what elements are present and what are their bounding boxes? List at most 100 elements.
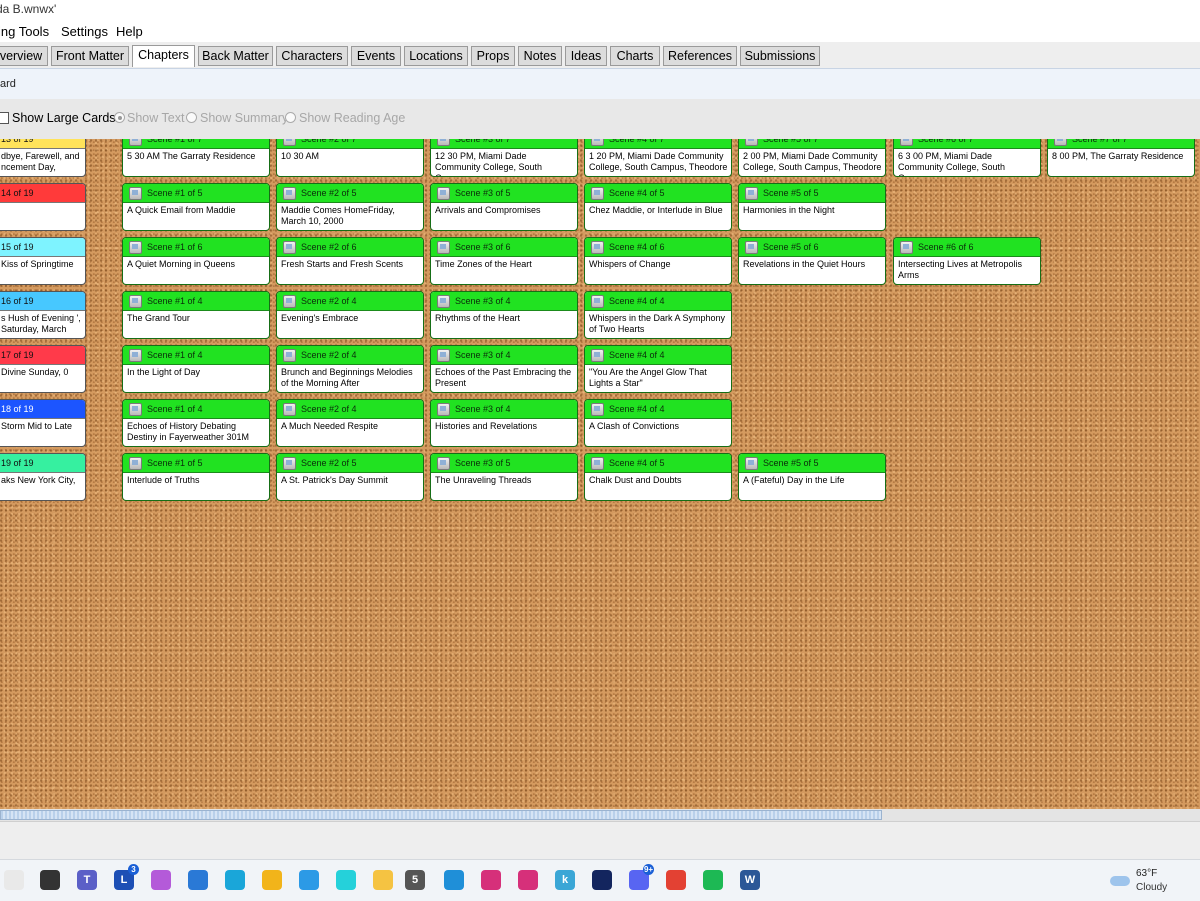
large-cards-checkbox[interactable] [0,112,9,124]
scene-image-icon[interactable] [129,241,142,254]
app-k-icon[interactable]: k [555,870,575,890]
app-l-icon[interactable]: L3 [114,864,139,890]
store-icon[interactable] [188,870,208,890]
chapter-card[interactable]: 15 of 19 Kiss of Springtime [0,237,86,285]
scene-image-icon[interactable] [283,187,296,200]
scene-image-icon[interactable] [129,295,142,308]
scene-image-icon[interactable] [129,187,142,200]
show-summary-radio[interactable] [186,112,197,123]
menu-help[interactable]: Help [116,24,143,39]
scene-image-icon[interactable] [591,187,604,200]
horizontal-scrollbar[interactable] [0,809,1200,821]
spotify-icon[interactable] [703,870,723,890]
scene-card[interactable]: Scene #6 of 7 6 3 00 PM, Miami Dade Commu… [893,139,1041,177]
prime-video-icon[interactable] [225,870,245,890]
menu-writing-tools[interactable]: ing Tools [0,24,49,39]
scene-image-icon[interactable] [900,139,913,146]
scene-card[interactable]: Scene #1 of 4 The Grand Tour [122,291,270,339]
tab-submissions[interactable]: Submissions [740,46,820,66]
scene-card[interactable]: Scene #3 of 5 Arrivals and Compromises [430,183,578,231]
scene-card[interactable]: Scene #5 of 7 2 00 PM, Miami Dade Communi… [738,139,886,177]
scene-card[interactable]: Scene #5 of 6 Revelations in the Quiet Ho… [738,237,886,285]
scene-image-icon[interactable] [437,349,450,362]
instagram-icon[interactable] [481,870,501,890]
scene-card[interactable]: Scene #2 of 4 Evening's Embrace [276,291,424,339]
scene-image-icon[interactable] [437,403,450,416]
scene-card[interactable]: Scene #1 of 4 Echoes of History Debating … [122,399,270,447]
scene-image-icon[interactable] [283,139,296,146]
scene-card[interactable]: Scene #3 of 4 Echoes of the Past Embracin… [430,345,578,393]
scene-card[interactable]: Scene #1 of 6 A Quiet Morning in Queens [122,237,270,285]
tab-locations[interactable]: Locations [404,46,468,66]
scene-card[interactable]: Scene #2 of 5 Maddie Comes HomeFriday, Ma… [276,183,424,231]
scene-card[interactable]: Scene #2 of 4 A Much Needed Respite [276,399,424,447]
tab-events[interactable]: Events [351,46,401,66]
scene-card[interactable]: Scene #2 of 6 Fresh Starts and Fresh Scen… [276,237,424,285]
scene-card[interactable]: Scene #2 of 7 10 30 AM [276,139,424,177]
scene-card[interactable]: Scene #4 of 4 "You Are the Angel Glow Tha… [584,345,732,393]
show-reading-age-radio[interactable] [285,112,296,123]
large-cards-label[interactable]: Show Large Cards [12,111,116,125]
scene-card[interactable]: Scene #7 of 7 8 00 PM, The Garraty Reside… [1047,139,1195,177]
scene-card[interactable]: Scene #1 of 5 Interlude of Truths [122,453,270,501]
chapter-card[interactable]: 13 of 19 dbye, Farewell, and ncement Day, [0,139,86,177]
scene-image-icon[interactable] [1054,139,1067,146]
scene-image-icon[interactable] [437,457,450,470]
tab-characters[interactable]: Characters [276,46,348,66]
scene-card[interactable]: Scene #6 of 6 Intersecting Lives at Metro… [893,237,1041,285]
instagram-2-icon[interactable] [518,870,538,890]
chrome-icon[interactable] [666,870,686,890]
scene-image-icon[interactable] [129,457,142,470]
scene-image-icon[interactable] [591,139,604,146]
scene-card[interactable]: Scene #1 of 5 A Quick Email from Maddie [122,183,270,231]
scene-image-icon[interactable] [745,241,758,254]
scene-image-icon[interactable] [745,139,758,146]
tab-chapters[interactable]: Chapters [132,45,195,67]
scene-image-icon[interactable] [437,241,450,254]
scene-card[interactable]: Scene #2 of 4 Brunch and Beginnings Melod… [276,345,424,393]
scene-image-icon[interactable] [745,187,758,200]
scene-image-icon[interactable] [283,457,296,470]
scene-card[interactable]: Scene #1 of 7 5 30 AM The Garraty Residen… [122,139,270,177]
teams-icon[interactable]: T [77,870,97,890]
amazon-music-icon[interactable] [336,870,356,890]
edge-canary-icon[interactable] [262,870,282,890]
start-icon[interactable] [4,870,24,890]
scene-card[interactable]: Scene #2 of 5 A St. Patrick's Day Summit [276,453,424,501]
scene-card[interactable]: Scene #4 of 5 Chalk Dust and Doubts [584,453,732,501]
chapter-card[interactable]: 17 of 19 Divine Sunday, 0 [0,345,86,393]
scene-image-icon[interactable] [283,403,296,416]
chapter-card[interactable]: 14 of 19 [0,183,86,231]
scene-image-icon[interactable] [591,349,604,362]
scene-card[interactable]: Scene #5 of 5 Harmonies in the Night [738,183,886,231]
scene-image-icon[interactable] [591,403,604,416]
scene-card[interactable]: Scene #4 of 4 Whispers in the Dark A Symp… [584,291,732,339]
task-view-icon[interactable] [40,870,60,890]
scene-card[interactable]: Scene #4 of 5 Chez Maddie, or Interlude i… [584,183,732,231]
scene-image-icon[interactable] [437,139,450,146]
word-icon[interactable]: W [740,870,760,890]
scene-image-icon[interactable] [591,241,604,254]
scene-image-icon[interactable] [900,241,913,254]
app-circle-icon[interactable] [299,870,319,890]
app-running-icon[interactable]: 5 [405,870,425,890]
scene-card[interactable]: Scene #3 of 5 The Unraveling Threads [430,453,578,501]
scene-card[interactable]: Scene #3 of 7 12 30 PM, Miami Dade Commun… [430,139,578,177]
menu-settings[interactable]: Settings [61,24,108,39]
chapter-card[interactable]: 19 of 19 aks New York City, [0,453,86,501]
scene-image-icon[interactable] [745,457,758,470]
tab-ideas[interactable]: Ideas [565,46,607,66]
weather-widget[interactable]: 63°F Cloudy [1108,866,1198,896]
scene-card[interactable]: Scene #3 of 6 Time Zones of the Heart [430,237,578,285]
scene-image-icon[interactable] [129,349,142,362]
tab-overview[interactable]: verview [0,46,48,66]
corkboard[interactable]: 13 of 19 dbye, Farewell, and ncement Day,… [0,139,1200,809]
scene-card[interactable]: Scene #3 of 4 Rhythms of the Heart [430,291,578,339]
scene-card[interactable]: Scene #3 of 4 Histories and Revelations [430,399,578,447]
show-summary-label[interactable]: Show Summary [200,111,288,125]
file-explorer-icon[interactable] [373,870,393,890]
scene-image-icon[interactable] [591,295,604,308]
scene-image-icon[interactable] [129,403,142,416]
scene-image-icon[interactable] [129,139,142,146]
show-text-radio[interactable] [114,112,125,123]
